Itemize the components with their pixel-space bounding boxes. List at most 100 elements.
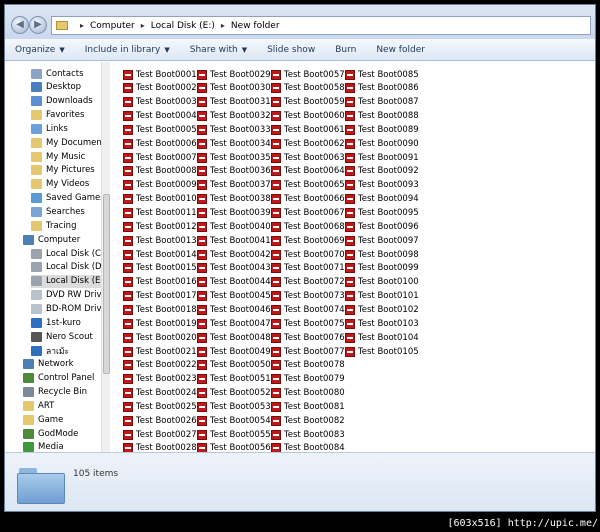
file-item[interactable]: Test Boot0002 [123, 82, 197, 95]
file-item[interactable]: Test Boot0069 [271, 234, 345, 247]
file-item[interactable]: Test Boot0101 [345, 290, 419, 303]
file-item[interactable]: Test Boot0102 [345, 303, 419, 316]
file-item[interactable]: Test Boot0092 [345, 165, 419, 178]
file-item[interactable]: Test Boot0094 [345, 193, 419, 206]
file-item[interactable]: Test Boot0079 [271, 373, 345, 386]
file-item[interactable]: Test Boot0066 [271, 193, 345, 206]
nav-item[interactable]: Media [23, 441, 64, 452]
file-item[interactable]: Test Boot0039 [197, 207, 271, 220]
file-item[interactable]: Test Boot0027 [123, 428, 197, 441]
file-item[interactable]: Test Boot0054 [197, 414, 271, 427]
nav-item[interactable]: My Music [31, 150, 85, 163]
new-folder-button[interactable]: New folder [376, 45, 425, 55]
file-item[interactable]: Test Boot0005 [123, 123, 197, 136]
file-item[interactable]: Test Boot0012 [123, 220, 197, 233]
file-item[interactable]: Test Boot0070 [271, 248, 345, 261]
file-item[interactable]: Test Boot0007 [123, 151, 197, 164]
file-item[interactable]: Test Boot0051 [197, 373, 271, 386]
file-item[interactable]: Test Boot0068 [271, 220, 345, 233]
nav-scrollbar[interactable] [101, 62, 110, 452]
file-item[interactable]: Test Boot0053 [197, 400, 271, 413]
file-item[interactable]: Test Boot0033 [197, 123, 271, 136]
file-item[interactable]: Test Boot0034 [197, 137, 271, 150]
file-item[interactable]: Test Boot0063 [271, 151, 345, 164]
file-item[interactable]: Test Boot0022 [123, 359, 197, 372]
nav-item[interactable]: Saved Games [31, 192, 101, 205]
file-item[interactable]: Test Boot0010 [123, 193, 197, 206]
file-item[interactable]: Test Boot0057 [271, 68, 345, 81]
file-item[interactable]: Test Boot0029 [197, 68, 271, 81]
file-item[interactable]: Test Boot0040 [197, 220, 271, 233]
nav-item[interactable]: Computer [23, 233, 80, 246]
file-item[interactable]: Test Boot0019 [123, 317, 197, 330]
file-item[interactable]: Test Boot0017 [123, 290, 197, 303]
file-item[interactable]: Test Boot0047 [197, 317, 271, 330]
file-item[interactable]: Test Boot0043 [197, 262, 271, 275]
file-item[interactable]: Test Boot0103 [345, 317, 419, 330]
file-item[interactable]: Test Boot0042 [197, 248, 271, 261]
file-item[interactable]: Test Boot0021 [123, 345, 197, 358]
file-item[interactable]: Test Boot0031 [197, 96, 271, 109]
file-item[interactable]: Test Boot0060 [271, 110, 345, 123]
nav-item[interactable]: Contacts [31, 67, 84, 80]
nav-item[interactable]: Local Disk (C:) [31, 247, 101, 260]
nav-item[interactable]: My Videos [31, 178, 89, 191]
nav-item[interactable]: Local Disk (D:) [31, 261, 101, 274]
share-with-button[interactable]: Share with ▼ [190, 45, 247, 55]
file-item[interactable]: Test Boot0080 [271, 387, 345, 400]
nav-item[interactable]: GodMode [23, 427, 78, 440]
file-item[interactable]: Test Boot0008 [123, 165, 197, 178]
file-item[interactable]: Test Boot0003 [123, 96, 197, 109]
file-item[interactable]: Test Boot0097 [345, 234, 419, 247]
nav-item[interactable]: DVD RW Drive ( [31, 289, 101, 302]
file-item[interactable]: Test Boot0045 [197, 290, 271, 303]
nav-item[interactable]: 1st-kuro [31, 316, 81, 329]
file-item[interactable]: Test Boot0018 [123, 303, 197, 316]
file-item[interactable]: Test Boot0074 [271, 303, 345, 316]
file-item[interactable]: Test Boot0062 [271, 137, 345, 150]
nav-item[interactable]: Tracing [31, 219, 76, 232]
file-item[interactable]: Test Boot0004 [123, 110, 197, 123]
file-item[interactable]: Test Boot0090 [345, 137, 419, 150]
file-item[interactable]: Test Boot0044 [197, 276, 271, 289]
file-item[interactable]: Test Boot0013 [123, 234, 197, 247]
file-item[interactable]: Test Boot0001 [123, 68, 197, 81]
nav-item[interactable]: Network [23, 358, 74, 371]
nav-item[interactable]: ART [23, 399, 54, 412]
file-item[interactable]: Test Boot0095 [345, 207, 419, 220]
file-item[interactable]: Test Boot0104 [345, 331, 419, 344]
file-item[interactable]: Test Boot0083 [271, 428, 345, 441]
file-item[interactable]: Test Boot0093 [345, 179, 419, 192]
include-in-library-button[interactable]: Include in library ▼ [85, 45, 170, 55]
file-item[interactable]: Test Boot0086 [345, 82, 419, 95]
file-item[interactable]: Test Boot0037 [197, 179, 271, 192]
back-button[interactable]: ◀ [11, 16, 29, 34]
breadcrumb-computer[interactable]: Computer [90, 21, 135, 31]
slide-show-button[interactable]: Slide show [267, 45, 315, 55]
nav-item[interactable]: My Documents [31, 136, 101, 149]
file-item[interactable]: Test Boot0024 [123, 387, 197, 400]
address-bar[interactable]: ▸ Computer ▸ Local Disk (E:) ▸ New folde… [51, 16, 591, 35]
file-item[interactable]: Test Boot0067 [271, 207, 345, 220]
file-item[interactable]: Test Boot0078 [271, 359, 345, 372]
nav-item[interactable]: Local Disk (E:) [31, 274, 101, 288]
file-item[interactable]: Test Boot0065 [271, 179, 345, 192]
file-item[interactable]: Test Boot0071 [271, 262, 345, 275]
file-item[interactable]: Test Boot0014 [123, 248, 197, 261]
file-item[interactable]: Test Boot0050 [197, 359, 271, 372]
nav-item[interactable]: Searches [31, 206, 85, 219]
file-item[interactable]: Test Boot0011 [123, 207, 197, 220]
file-item[interactable]: Test Boot0085 [345, 68, 419, 81]
file-item[interactable]: Test Boot0064 [271, 165, 345, 178]
scrollbar-thumb[interactable] [103, 194, 110, 374]
file-item[interactable]: Test Boot0087 [345, 96, 419, 109]
file-item[interactable]: Test Boot0082 [271, 414, 345, 427]
file-item[interactable]: Test Boot0036 [197, 165, 271, 178]
nav-item[interactable]: My Pictures [31, 164, 95, 177]
file-item[interactable]: Test Boot0081 [271, 400, 345, 413]
file-item[interactable]: Test Boot0055 [197, 428, 271, 441]
nav-item[interactable]: Nero Scout [31, 330, 93, 343]
file-item[interactable]: Test Boot0009 [123, 179, 197, 192]
file-item[interactable]: Test Boot0073 [271, 290, 345, 303]
file-item[interactable]: Test Boot0025 [123, 400, 197, 413]
